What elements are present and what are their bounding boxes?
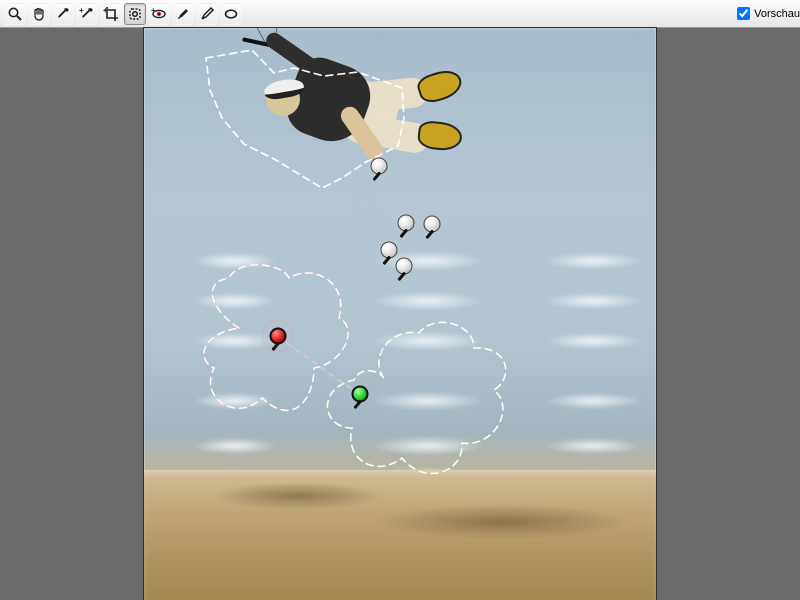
zoom-tool[interactable]: [4, 3, 26, 25]
top-toolbar: +++ Vorschau: [0, 0, 800, 28]
eyedropper-icon: [55, 6, 71, 22]
sample-ring: [345, 229, 363, 247]
preview-checkbox[interactable]: [737, 7, 750, 20]
eraser-tool[interactable]: [220, 3, 242, 25]
sample-ring: [390, 315, 408, 333]
heal-pin[interactable]: [381, 242, 398, 259]
brush-icon: [175, 6, 191, 22]
image-canvas[interactable]: [144, 28, 656, 600]
pan-tool[interactable]: [28, 3, 50, 25]
pin-handle-icon: [271, 342, 280, 352]
brush-tool[interactable]: [172, 3, 194, 25]
redeye-tool[interactable]: +: [148, 3, 170, 25]
preview-toggle[interactable]: Vorschau: [737, 7, 800, 20]
workspace: [0, 28, 800, 600]
preview-label: Vorschau: [754, 8, 800, 20]
sample-ring: [333, 315, 351, 333]
heal-pin[interactable]: [371, 158, 388, 175]
wave: [144, 288, 656, 314]
kite-surfer: [204, 28, 434, 222]
sample-ring: [349, 177, 367, 195]
heal-pin[interactable]: [398, 215, 415, 232]
sample-ring: [351, 343, 369, 361]
color-picker-plus[interactable]: +: [76, 3, 98, 25]
heal-pin[interactable]: [396, 258, 413, 275]
beach-area: [144, 470, 656, 600]
hand-icon: [31, 6, 47, 22]
color-picker[interactable]: [52, 3, 74, 25]
sample-ring: [367, 214, 385, 232]
heal-pin[interactable]: [424, 216, 441, 233]
sample-ring: [375, 351, 393, 369]
tools-group: +++: [4, 3, 244, 25]
magnifier-icon: [7, 6, 23, 22]
heal-rect-icon: [127, 6, 143, 22]
oval-icon: [223, 6, 239, 22]
clone-stamp-tool[interactable]: [196, 3, 218, 25]
clone-dest-pin[interactable]: [352, 386, 369, 403]
wave: [144, 433, 656, 459]
brush2-icon: [199, 6, 215, 22]
spot-heal-tool[interactable]: [124, 3, 146, 25]
wave: [144, 388, 656, 414]
crop-tool[interactable]: +: [100, 3, 122, 25]
sample-ring: [355, 195, 373, 213]
clone-source-pin[interactable]: [270, 328, 287, 345]
